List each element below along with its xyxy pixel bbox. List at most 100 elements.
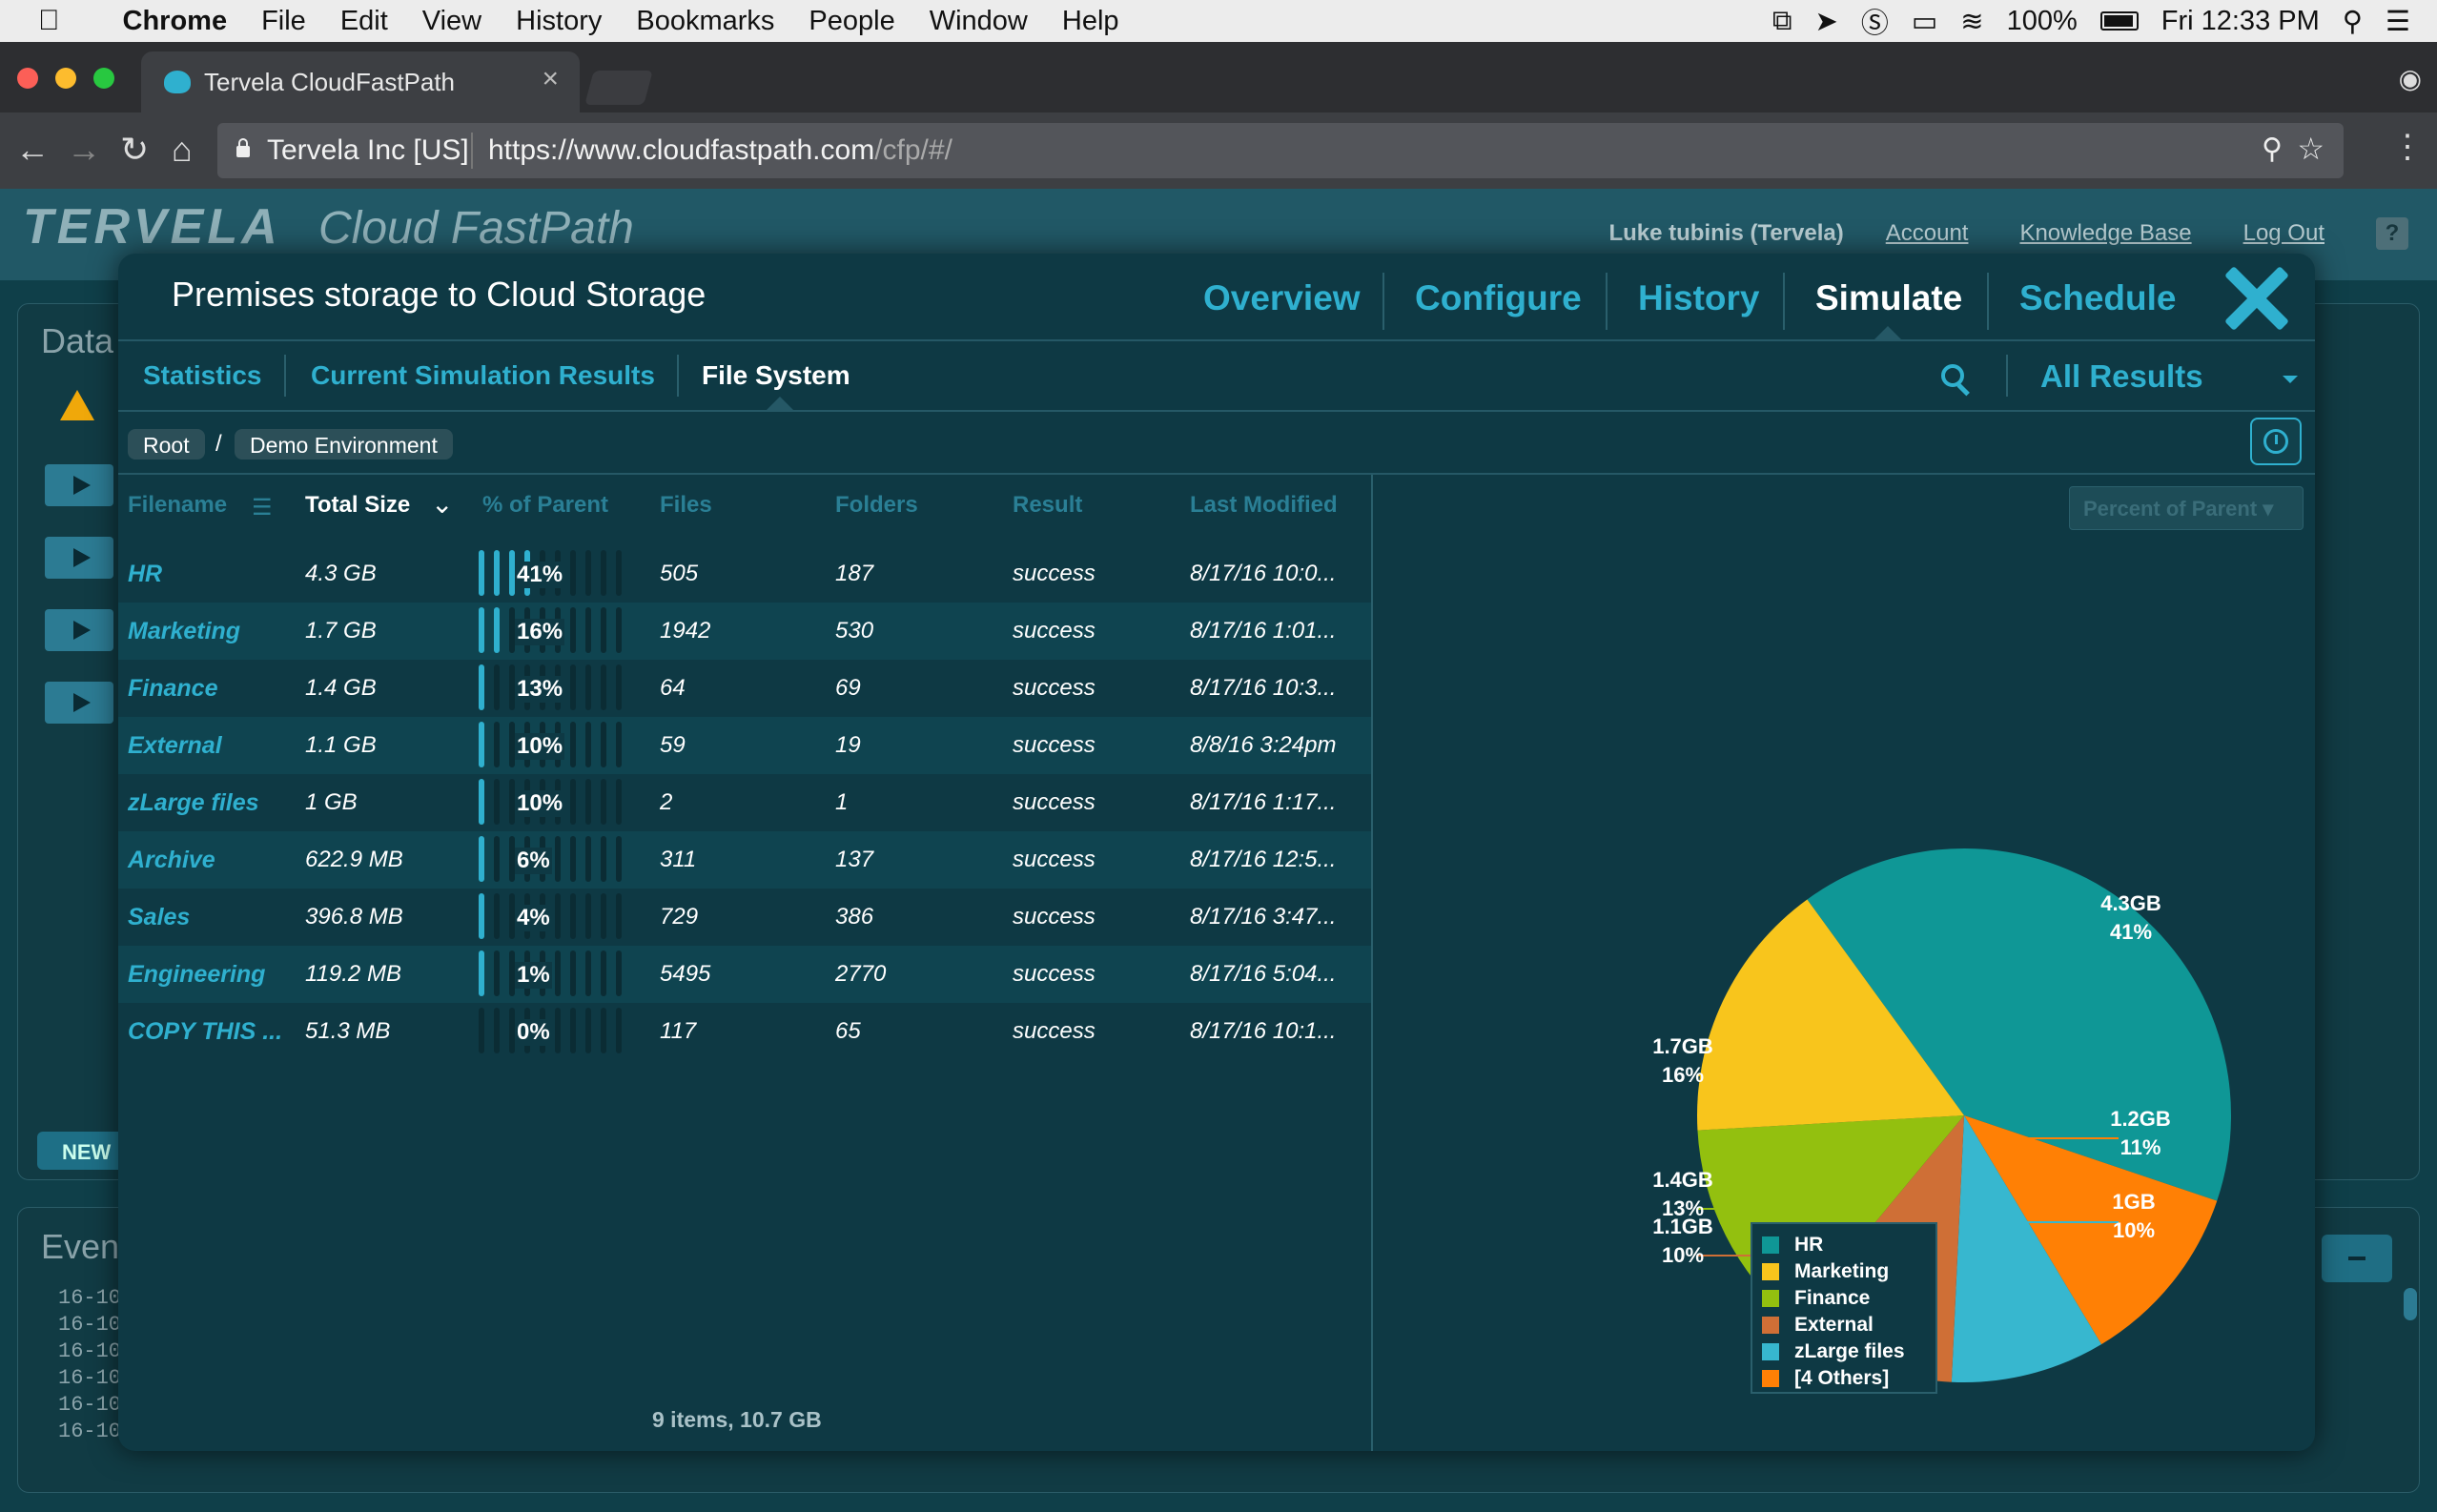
subtab-current-simulation-results[interactable]: Current Simulation Results [311,360,655,391]
refresh-timer-icon[interactable] [2250,418,2302,465]
legend-item[interactable]: zLarge files [1762,1338,1926,1365]
legend-item[interactable]: Marketing [1762,1258,1926,1285]
key-icon[interactable]: ⚲ [2262,133,2283,166]
apple-icon[interactable]:  [0,5,77,37]
cell-filename[interactable]: Finance [128,675,217,703]
spotlight-search-icon[interactable]: ⚲ [2343,5,2363,38]
knowledge-base-link[interactable]: Knowledge Base [2019,220,2191,247]
bookmark-star-icon[interactable]: ☆ [2297,131,2324,167]
logout-link[interactable]: Log Out [2243,220,2324,247]
dollar-icon[interactable]: Ⓢ [1861,1,1889,41]
menu-file[interactable]: File [244,6,323,37]
menu-people[interactable]: People [791,6,911,37]
breadcrumb-current[interactable]: Demo Environment [235,429,453,460]
chevron-down-icon[interactable] [2283,376,2298,383]
cell-filename[interactable]: COPY THIS ... [128,1018,282,1046]
table-row[interactable]: Sales 396.8 MB 729 386 success 8/17/16 3:47..… [118,889,1371,946]
table-row[interactable]: HR 4.3 GB 505 187 success 8/17/16 10:0... 41% [118,545,1371,603]
close-icon[interactable] [2222,263,2290,332]
legend-item[interactable]: HR [1762,1232,1926,1258]
forward-icon[interactable]: → [67,130,101,170]
table-row[interactable]: Archive 622.9 MB 311 137 success 8/17/16 12:5… [118,831,1371,889]
airplay-icon[interactable]: ▭ [1912,5,1937,38]
window-minimize-light[interactable] [55,68,76,89]
table-row[interactable]: COPY THIS ... 51.3 MB 117 65 success 8/17/16 … [118,1003,1371,1060]
cell-filename[interactable]: zLarge files [128,789,259,817]
table-row[interactable]: External 1.1 GB 59 19 success 8/8/16 3:24pm 10… [118,717,1371,774]
column-result[interactable]: Result [1013,492,1082,519]
window-close-light[interactable] [17,68,38,89]
sort-desc-icon[interactable]: ⌄ [431,488,453,520]
column-total-size[interactable]: Total Size [305,492,410,519]
legend-item[interactable]: Finance [1762,1285,1926,1312]
play-button[interactable] [45,682,113,724]
results-filter-dropdown[interactable]: All Results [2040,358,2203,395]
screen-share-icon[interactable]: ⧉ [1772,6,1792,37]
new-tab-button[interactable] [584,71,653,105]
legend-item[interactable]: External [1762,1312,1926,1338]
help-button[interactable]: ? [2376,217,2408,250]
table-row[interactable]: Engineering 119.2 MB 5495 2770 success 8/17/1… [118,946,1371,1003]
wifi-icon[interactable]: ≋ [1960,5,1983,38]
tab-configure[interactable]: Configure [1415,278,1582,318]
back-icon[interactable]: ← [15,130,50,170]
column-last-modified[interactable]: Last Modified [1190,492,1338,519]
percent-label: 10% [515,733,565,760]
tab-history[interactable]: History [1638,278,1759,318]
legend-item[interactable]: [4 Others] [1762,1365,1926,1392]
column-percent-of-parent[interactable]: % of Parent [482,492,608,519]
cell-filename[interactable]: Sales [128,904,190,931]
scrollbar-thumb[interactable] [2404,1288,2417,1320]
table-row[interactable]: Marketing 1.7 GB 1942 530 success 8/17/16 1:0… [118,603,1371,660]
tab-schedule[interactable]: Schedule [2019,278,2177,318]
tab-overview[interactable]: Overview [1203,278,1361,318]
battery-icon[interactable] [2099,11,2139,31]
chart-mode-dropdown[interactable]: Percent of Parent ▾ [2069,486,2304,530]
ev-certificate-org[interactable]: Tervela Inc [US] [267,134,469,167]
cell-size: 1.4 GB [305,675,377,701]
cell-filename[interactable]: Engineering [128,961,265,989]
subtab-file-system[interactable]: File System [702,360,850,391]
cell-filename[interactable]: Archive [128,847,215,874]
percent-label: 4% [515,905,552,931]
battery-percent[interactable]: 100% [2007,6,2078,37]
play-button[interactable] [45,537,113,579]
address-bar[interactable]: Tervela Inc [US] https://www.cloudfastpa… [217,123,2344,178]
cell-filename[interactable]: External [128,732,222,760]
tag-icon[interactable]: ➤ [1815,5,1838,38]
menu-edit[interactable]: Edit [323,6,405,37]
home-icon[interactable]: ⌂ [172,130,193,170]
chrome-menu-icon[interactable]: ⋮ [2391,128,2424,166]
list-columns-icon[interactable]: ☰ [252,494,273,521]
cell-filename[interactable]: Marketing [128,618,240,645]
collapse-button[interactable] [2322,1235,2392,1282]
search-icon[interactable] [1941,364,1970,397]
play-button[interactable] [45,464,113,506]
browser-tab[interactable]: Tervela CloudFastPath × [141,51,580,112]
tab-close-icon[interactable]: × [542,63,559,95]
column-filename[interactable]: Filename [128,492,227,519]
lock-icon[interactable] [235,136,252,159]
warning-icon[interactable] [60,390,94,420]
notification-center-icon[interactable]: ☰ [2386,5,2410,38]
menu-history[interactable]: History [499,6,619,37]
menu-app-name[interactable]: Chrome [106,6,245,37]
clock[interactable]: Fri 12:33 PM [2161,6,2320,37]
reload-icon[interactable]: ↻ [120,130,149,170]
menu-bookmarks[interactable]: Bookmarks [619,6,791,37]
play-button[interactable] [45,609,113,651]
breadcrumb-root[interactable]: Root [128,429,205,460]
menu-help[interactable]: Help [1045,6,1137,37]
subtab-statistics[interactable]: Statistics [143,360,262,391]
menu-view[interactable]: View [405,6,499,37]
window-zoom-light[interactable] [93,68,114,89]
table-row[interactable]: zLarge files 1 GB 2 1 success 8/17/16 1:17...… [118,774,1371,831]
menu-window[interactable]: Window [912,6,1045,37]
column-folders[interactable]: Folders [835,492,918,519]
tab-simulate[interactable]: Simulate [1815,278,1962,318]
account-link[interactable]: Account [1886,220,1969,247]
column-files[interactable]: Files [660,492,712,519]
table-row[interactable]: Finance 1.4 GB 64 69 success 8/17/16 10:3... 1… [118,660,1371,717]
cell-filename[interactable]: HR [128,561,162,588]
url-text[interactable]: https://www.cloudfastpath.com/cfp/#/ [488,134,952,167]
